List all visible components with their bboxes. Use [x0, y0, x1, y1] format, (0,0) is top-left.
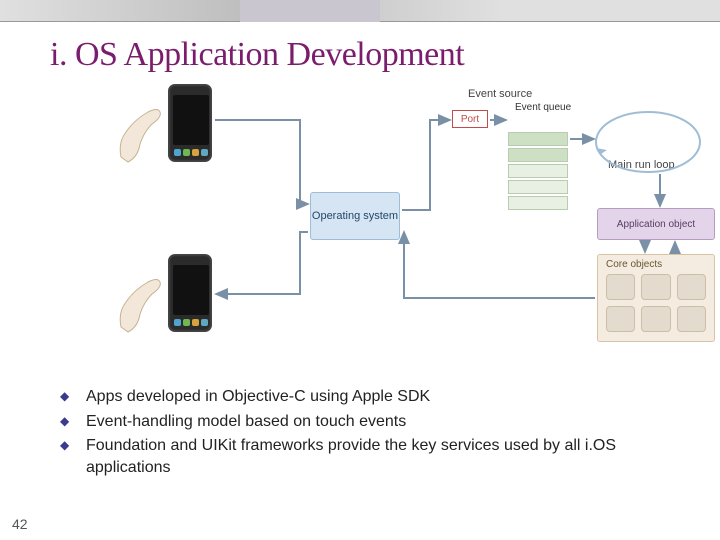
event-queue — [508, 132, 568, 212]
accent-strip — [240, 0, 380, 22]
application-object-box: Application object — [597, 208, 715, 240]
finger-icon — [116, 272, 166, 342]
event-flow-diagram: Operating system Event source Port Event… — [100, 84, 720, 374]
phone-device-top — [168, 84, 212, 162]
bullet-item: Foundation and UIKit frameworks provide … — [60, 435, 680, 478]
core-objects-box: Core objects — [597, 254, 715, 342]
phone-device-bottom — [168, 254, 212, 332]
page-number: 42 — [12, 516, 28, 532]
finger-icon — [116, 102, 166, 172]
bullet-item: Apps developed in Objective-C using Appl… — [60, 386, 680, 408]
event-source-label: Event source — [468, 88, 532, 100]
core-objects-label: Core objects — [606, 259, 706, 270]
port-box: Port — [452, 110, 488, 128]
main-run-loop-label: Main run loop — [608, 159, 675, 171]
operating-system-box: Operating system — [310, 192, 400, 240]
bullet-list: Apps developed in Objective-C using Appl… — [60, 386, 680, 478]
event-queue-label: Event queue — [515, 102, 571, 113]
slide-title: i. OS Application Development — [0, 22, 720, 84]
bullet-item: Event-handling model based on touch even… — [60, 411, 680, 433]
window-decoration — [0, 0, 720, 22]
